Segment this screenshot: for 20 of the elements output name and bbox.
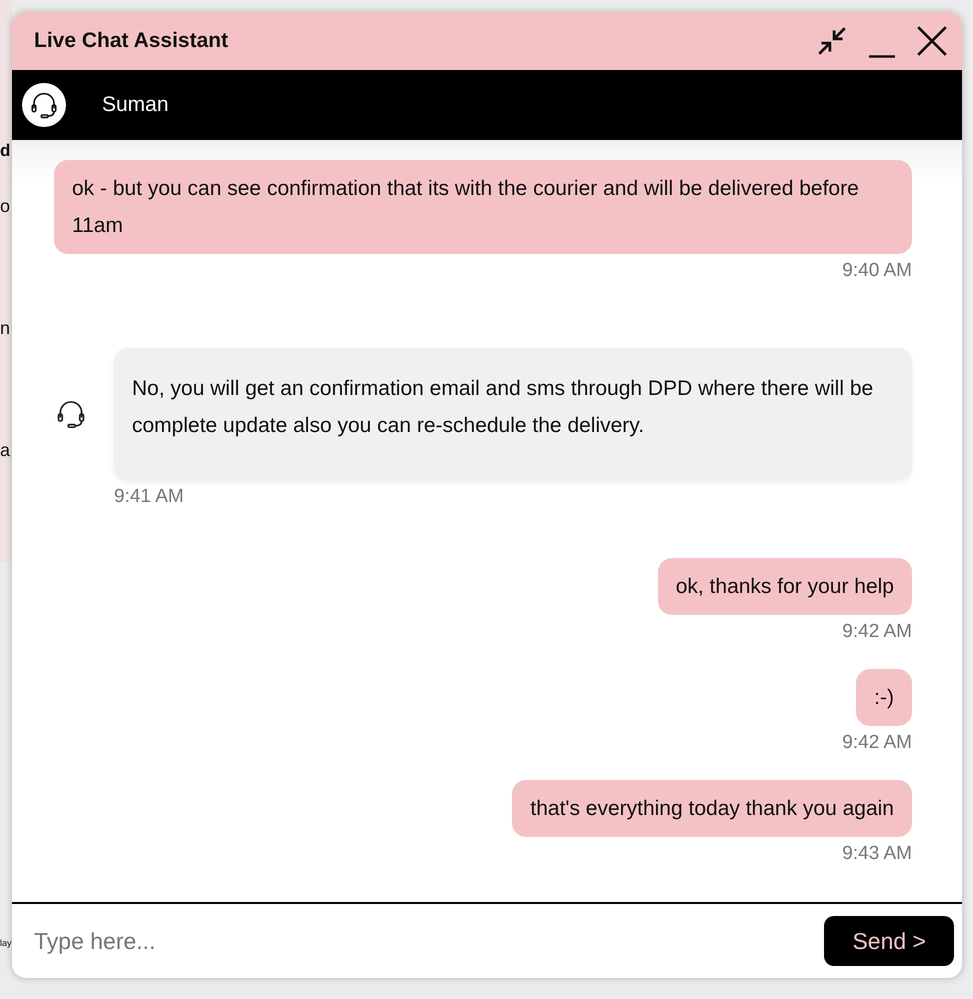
background-text: n (0, 319, 12, 337)
user-message: :-) (856, 669, 912, 726)
user-message: that's everything today thank you again (512, 780, 912, 837)
message-time: 9:42 AM (842, 621, 912, 643)
background-text: lay (0, 939, 12, 948)
message-input[interactable]: Type here... (32, 920, 824, 962)
agent-message: No, you will get an confirmation email and sms through DPD where there will be complete update also you can re-schedule the delivery. (114, 348, 912, 480)
window-title: Live Chat Assistant (34, 29, 230, 53)
message-time: 9:42 AM (842, 732, 912, 754)
send-button[interactable]: Send > (824, 916, 954, 966)
background-text: a (0, 441, 12, 459)
user-message: ok - but you can see confirmation that its with the courier and will be delivered before 11am (54, 160, 912, 254)
agent-name: Suman (102, 93, 169, 117)
background-text: d (0, 142, 12, 159)
message-time: 9:40 AM (842, 260, 912, 282)
close-icon (915, 24, 949, 58)
user-message: ok, thanks for your help (658, 558, 912, 615)
background-text: o (0, 197, 12, 215)
message-time: 9:41 AM (114, 486, 184, 508)
message-time: 9:43 AM (842, 843, 912, 865)
